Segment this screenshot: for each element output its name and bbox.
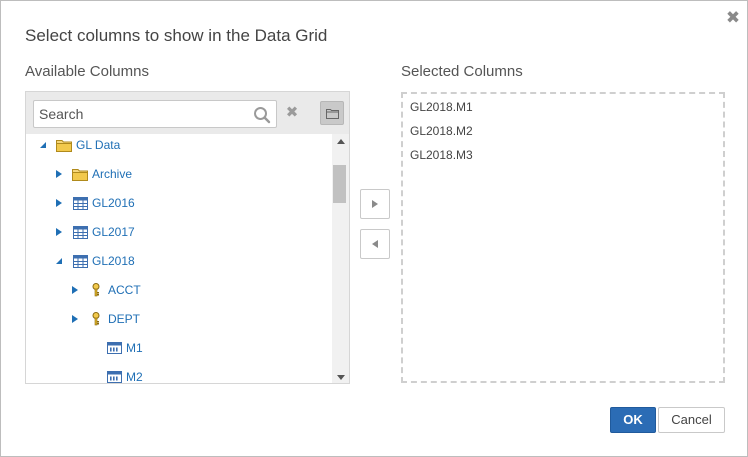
expand-arrow-icon[interactable] <box>70 314 80 324</box>
cancel-button[interactable]: Cancel <box>658 407 725 433</box>
remove-column-button[interactable] <box>360 229 390 259</box>
tree-item-gl2018[interactable]: GL2018 <box>54 250 135 272</box>
clear-search-icon[interactable]: ✖ <box>285 105 299 120</box>
expand-arrow-icon[interactable] <box>54 198 64 208</box>
tree-scrollbar[interactable] <box>332 134 349 383</box>
scroll-up-icon[interactable] <box>332 134 349 148</box>
column-tree: GL Data Archive GL2016 GL2017 GL2018 ACC… <box>26 134 332 384</box>
available-columns-label: Available Columns <box>25 63 149 80</box>
folder-icon <box>72 167 88 181</box>
selected-columns-label: Selected Columns <box>401 63 523 80</box>
tree-item-m1[interactable]: M1 <box>88 337 143 359</box>
selected-columns-panel[interactable]: GL2018.M1 GL2018.M2 GL2018.M3 <box>401 92 725 383</box>
column-selector-dialog: ✖ Select columns to show in the Data Gri… <box>0 0 748 457</box>
tree-item-label: GL2016 <box>92 196 135 210</box>
add-column-button[interactable] <box>360 189 390 219</box>
collapse-arrow-icon[interactable] <box>54 256 64 266</box>
key-icon <box>88 312 104 326</box>
folder-outline-icon <box>326 109 339 119</box>
selected-item[interactable]: GL2018.M3 <box>410 148 473 162</box>
key-icon <box>88 283 104 297</box>
expand-arrow-icon[interactable] <box>70 285 80 295</box>
ok-button[interactable]: OK <box>610 407 656 433</box>
tree-item-label: GL2017 <box>92 225 135 239</box>
tree-item-label: M2 <box>126 370 143 384</box>
tree-item-label: Archive <box>92 167 133 181</box>
selected-item[interactable]: GL2018.M1 <box>410 100 473 114</box>
selected-item[interactable]: GL2018.M2 <box>410 124 473 138</box>
table-icon <box>72 196 88 210</box>
tree-item-label: DEPT <box>108 312 141 326</box>
search-input[interactable] <box>34 101 249 127</box>
tree-item-label: ACCT <box>108 283 141 297</box>
tree-item-dept[interactable]: DEPT <box>70 308 140 330</box>
search-toolbar: ✖ <box>26 92 349 134</box>
column-icon <box>106 370 122 383</box>
dialog-title: Select columns to show in the Data Grid <box>25 26 328 45</box>
tree-item-gl-data[interactable]: GL Data <box>38 134 120 156</box>
tree-item-acct[interactable]: ACCT <box>70 279 141 301</box>
folder-icon <box>56 138 72 152</box>
scroll-down-icon[interactable] <box>332 370 349 383</box>
tree-item-gl2017[interactable]: GL2017 <box>54 221 135 243</box>
arrow-left-icon <box>372 240 378 248</box>
expand-arrow-icon[interactable] <box>54 169 64 179</box>
tree-item-label: M1 <box>126 341 143 355</box>
search-box <box>33 100 277 128</box>
scroll-thumb[interactable] <box>333 165 346 203</box>
search-icon[interactable] <box>253 106 271 124</box>
tree-item-archive[interactable]: Archive <box>54 163 132 185</box>
folder-view-button[interactable] <box>320 101 344 125</box>
available-columns-panel: ✖ GL Data <box>25 91 350 384</box>
close-icon[interactable]: ✖ <box>725 9 741 27</box>
tree-item-m2[interactable]: M2 <box>88 366 143 384</box>
expand-arrow-icon[interactable] <box>54 227 64 237</box>
table-icon <box>72 225 88 239</box>
arrow-right-icon <box>372 200 378 208</box>
collapse-arrow-icon[interactable] <box>38 140 48 150</box>
tree-item-gl2016[interactable]: GL2016 <box>54 192 135 214</box>
tree-item-label: GL2018 <box>92 254 135 268</box>
table-icon <box>72 254 88 268</box>
tree-item-label: GL Data <box>76 138 121 152</box>
column-icon <box>106 341 122 355</box>
